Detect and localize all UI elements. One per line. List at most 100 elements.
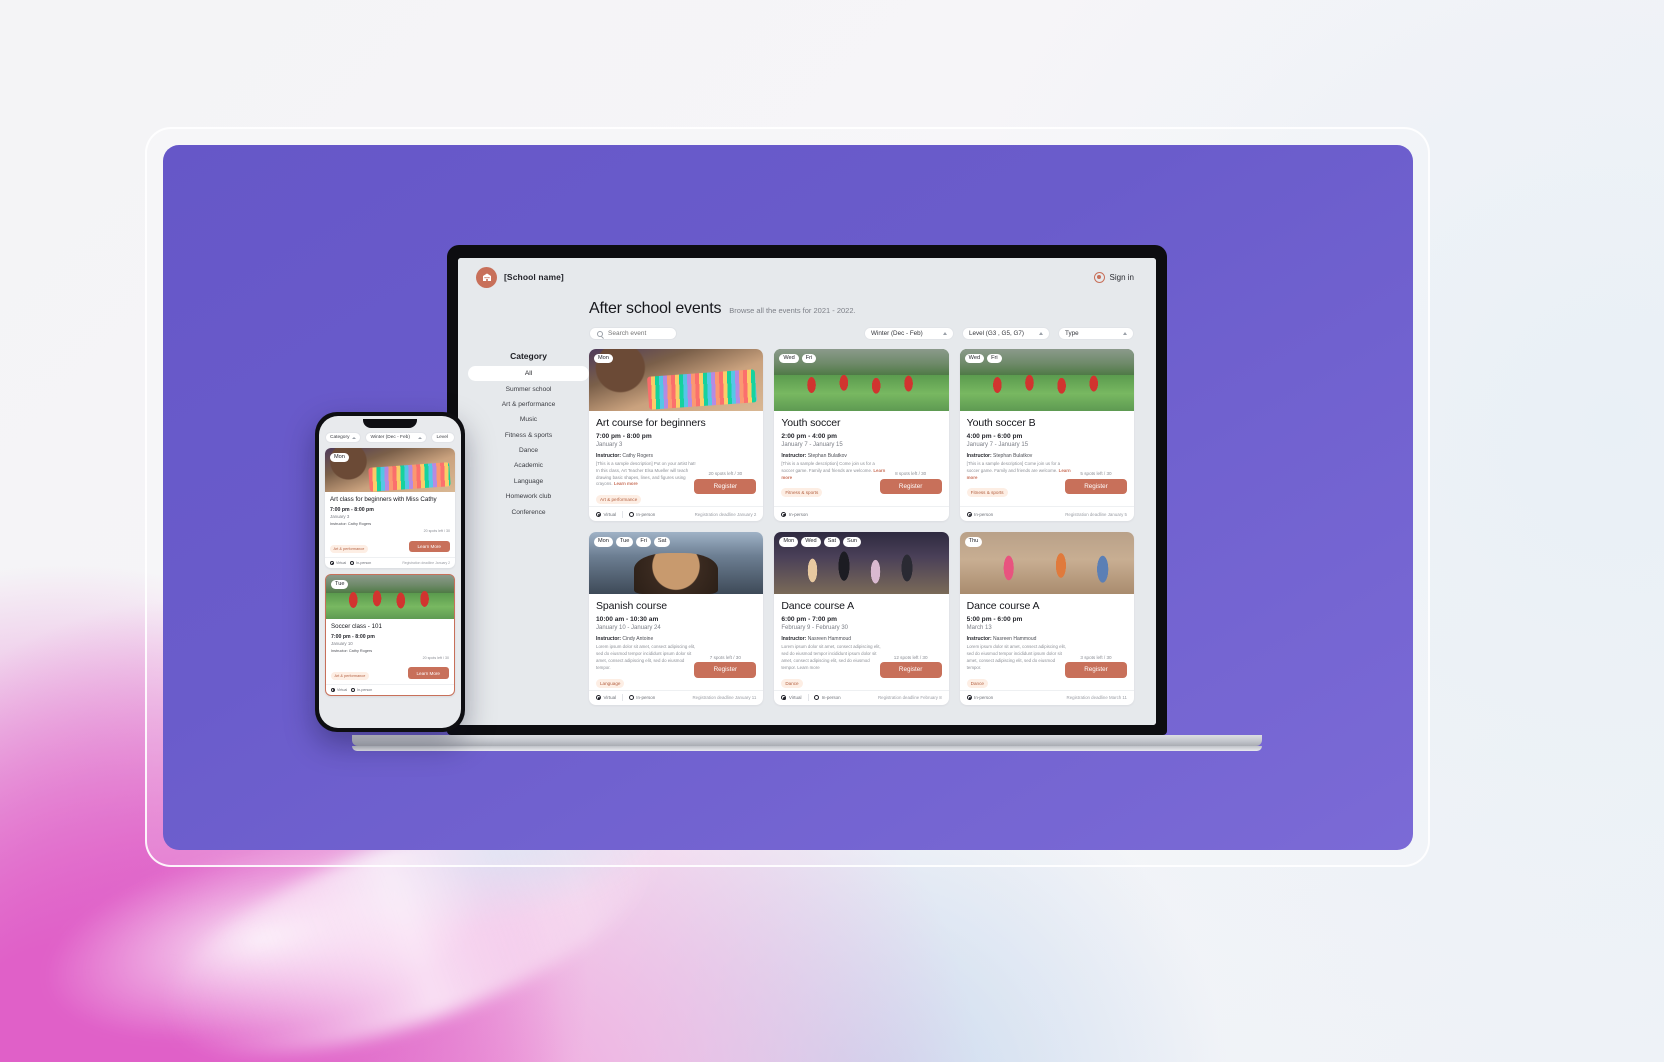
sidebar-item-all[interactable]: All (468, 366, 589, 382)
filter-season[interactable]: Winter (Dec - Feb) (864, 327, 954, 340)
registration-deadline: Registration deadline January 11 (692, 695, 757, 701)
radio-icon (350, 560, 355, 565)
sidebar-item-language[interactable]: Language (468, 474, 589, 489)
search-box[interactable] (589, 327, 677, 340)
mode-inperson[interactable]: In-person (781, 511, 808, 517)
radio-icon (596, 511, 601, 517)
phone-learn-more-button[interactable]: Learn More (408, 540, 450, 552)
radio-icon (781, 511, 787, 517)
phone-filter-category[interactable]: Category (325, 432, 362, 443)
event-date: January 7 - January 15 (966, 441, 1029, 448)
mode-inperson[interactable]: In-person (966, 511, 993, 517)
filter-level[interactable]: Level (G3 , G5, G7) (962, 327, 1050, 340)
phone-event-card[interactable]: Mon Art class for beginners with Miss Ca… (325, 448, 455, 568)
day-chip: Sat (653, 537, 671, 547)
day-chips: Mon Tue Fri Sat (594, 537, 671, 547)
sidebar-item-art-performance[interactable]: Art & performance (468, 397, 589, 412)
mode-inperson[interactable]: In-person (628, 511, 655, 517)
register-button[interactable]: Register (694, 478, 757, 495)
phone-learn-more-button[interactable]: Learn More (407, 667, 449, 679)
phone-mode-virtual[interactable]: Virtual (330, 560, 346, 565)
event-tag: Fitness & sports (966, 488, 1008, 498)
event-description: [This is a sample description] Come join… (967, 461, 1071, 481)
event-card[interactable]: Thu Dance course A 5:00 pm - 6:00 pm Mar… (959, 532, 1134, 705)
phone-event-tag: Art & performance (331, 671, 369, 680)
mode-inperson[interactable]: In-person (966, 695, 994, 701)
sidebar-item-homework-club[interactable]: Homework club (468, 489, 589, 504)
sign-in-label: Sign in (1109, 272, 1134, 282)
event-date: February 9 - February 30 (781, 624, 849, 631)
filter-level-label: Level (G3 , G5, G7) (969, 330, 1024, 337)
filter-season-label: Winter (Dec - Feb) (871, 330, 923, 337)
event-instructor: Instructor: Cathy Rogers (596, 453, 756, 459)
register-button[interactable]: Register (1064, 662, 1127, 678)
phone-filter-level[interactable]: Level (431, 432, 455, 443)
sidebar-item-summer-school[interactable]: Summer school (468, 381, 589, 396)
register-button[interactable]: Register (1064, 478, 1127, 495)
event-time: 5:00 pm - 6:00 pm (966, 616, 1023, 624)
page-title: After school events (589, 300, 722, 317)
sidebar-item-label: Language (513, 477, 544, 485)
site-header: [School name] Sign in (458, 258, 1156, 296)
mode-label: In-person (974, 695, 994, 701)
sidebar-item-academic[interactable]: Academic (468, 458, 589, 473)
mode-virtual[interactable]: Virtual (781, 695, 802, 701)
instructor-name: Nasreen Hammoud (993, 635, 1037, 642)
day-chip: Sat (823, 537, 841, 547)
instructor-name: Nasreen Hammoud (807, 635, 852, 642)
phone-event-card[interactable]: Tue Soccer class - 101 7:00 pm - 8:00 pm… (325, 573, 455, 696)
event-instructor: Instructor: Stephan Bulatkov (967, 453, 1127, 459)
radio-icon (331, 687, 335, 692)
event-title: Youth soccer (781, 417, 841, 429)
brand[interactable]: [School name] (476, 266, 564, 288)
sidebar-item-dance[interactable]: Dance (468, 443, 589, 458)
mode-virtual[interactable]: Virtual (596, 695, 616, 701)
phone-filter-season[interactable]: Winter (Dec - Feb) (365, 432, 428, 443)
phone-card-footer: Virtual In-person (326, 683, 454, 695)
event-image: Mon Wed Sat Sun (774, 532, 949, 595)
laptop-base (352, 735, 1262, 746)
event-title: Dance course A (966, 600, 1040, 613)
register-button[interactable]: Register (879, 662, 942, 678)
sign-in-button[interactable]: Sign in (1093, 271, 1134, 283)
sidebar-item-music[interactable]: Music (468, 412, 589, 427)
phone-mode-inperson[interactable]: In-person (350, 560, 371, 565)
day-chip: Mon (779, 537, 799, 547)
sidebar-item-fitness-sports[interactable]: Fitness & sports (468, 428, 589, 443)
instructor-name: Cathy Rogers (622, 452, 653, 459)
radio-icon (628, 695, 634, 701)
learn-more-link[interactable]: Learn more (614, 481, 638, 486)
day-chips: Mon (594, 354, 613, 364)
mode-inperson[interactable]: In-person (814, 695, 841, 701)
register-button[interactable]: Register (694, 662, 757, 678)
event-tag: Fitness & sports (781, 488, 823, 498)
category-title: Category (510, 351, 547, 361)
event-tag: Language (596, 678, 625, 688)
event-card[interactable]: Mon Art course for beginners 7:00 pm - 8… (589, 349, 764, 522)
search-input[interactable] (608, 330, 669, 337)
divider (622, 694, 623, 702)
phone-mode-inperson[interactable]: In-person (351, 687, 372, 692)
mode-virtual[interactable]: Virtual (596, 511, 616, 517)
event-card[interactable]: Wed Fri Youth soccer B 4:00 pm - 6:00 pm… (959, 349, 1134, 522)
laptop-foot (352, 746, 1262, 751)
register-button[interactable]: Register (879, 478, 942, 495)
day-chips: Mon (330, 453, 349, 463)
event-time: 2:00 pm - 4:00 pm (781, 433, 838, 440)
event-card[interactable]: Mon Tue Fri Sat Spanish course 10:00 am … (589, 532, 764, 705)
filter-type[interactable]: Type (1058, 327, 1134, 340)
event-card[interactable]: Wed Fri Youth soccer 2:00 pm - 4:00 pm J… (774, 349, 949, 522)
day-chip: Fri (801, 354, 817, 364)
day-chip: Fri (636, 537, 651, 547)
description-text: [This is a sample description] Come join… (966, 461, 1061, 473)
phone-spots-left: 20 spots left / 30 (423, 528, 450, 533)
sidebar-item-label: Dance (518, 447, 539, 455)
event-card[interactable]: Mon Wed Sat Sun Dance course A 6:00 pm -… (774, 532, 949, 705)
instructor-label: Instructor: (781, 635, 807, 642)
mode-inperson[interactable]: In-person (628, 695, 655, 701)
instructor-label: Instructor: (596, 452, 621, 459)
event-image: Wed Fri (959, 349, 1134, 411)
phone-mode-virtual[interactable]: Virtual (331, 687, 347, 692)
chevron-up-icon (943, 332, 947, 335)
sidebar-item-conference[interactable]: Conference (468, 504, 589, 519)
